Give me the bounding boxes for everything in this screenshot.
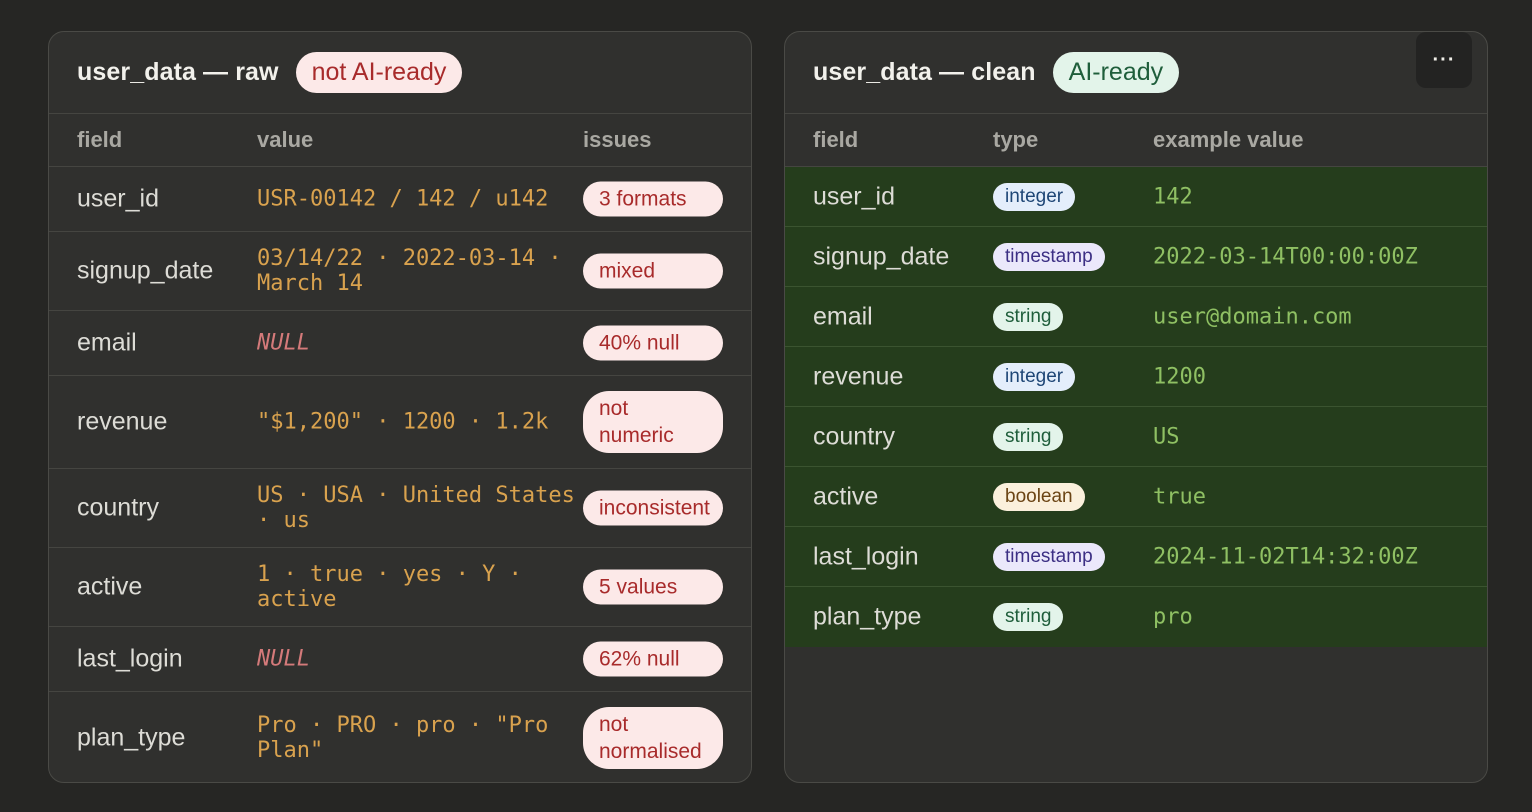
type-badge: integer [993, 362, 1076, 391]
issue-badge: not normalised [583, 707, 723, 769]
field-name: email [77, 328, 137, 357]
table-row: active 1 · true · yes · Y · active 5 val… [49, 548, 751, 627]
issue-badge: 3 formats [583, 181, 723, 217]
type-badge: timestamp [993, 242, 1105, 271]
field-name: user_id [813, 182, 895, 210]
raw-value: "$1,200" · 1200 · 1.2k [257, 409, 549, 435]
type-badge: boolean [993, 482, 1085, 511]
field-name: email [813, 302, 873, 330]
table-row: revenue integer 1200 [785, 347, 1487, 407]
example-value: pro [1153, 604, 1193, 630]
field-name: active [77, 572, 143, 601]
raw-value-null: NULL [257, 330, 310, 356]
field-name: user_id [77, 184, 159, 213]
raw-data-panel: user_data — raw not AI-ready field value… [48, 31, 752, 783]
more-options-button[interactable]: ··· [1416, 32, 1472, 88]
table-row: plan_type Pro · PRO · pro · "Pro Plan" n… [49, 692, 751, 782]
example-value: true [1153, 484, 1206, 509]
clean-data-panel: user_data — clean AI-ready ··· field typ… [784, 31, 1488, 783]
issue-badge: not numeric [583, 391, 723, 453]
field-name: country [813, 422, 895, 450]
table-row: last_login NULL 62% null [49, 627, 751, 692]
type-badge: string [993, 302, 1064, 331]
type-badge: string [993, 603, 1064, 631]
clean-panel-header: user_data — clean AI-ready [785, 32, 1487, 114]
not-ai-ready-badge: not AI-ready [295, 52, 463, 93]
field-name: last_login [77, 644, 183, 673]
field-name: signup_date [77, 256, 214, 285]
field-name: active [813, 482, 879, 510]
raw-value-null: NULL [257, 646, 310, 672]
raw-panel-header: user_data — raw not AI-ready [49, 32, 751, 114]
ai-ready-badge: AI-ready [1052, 52, 1180, 93]
table-row: last_login timestamp 2024-11-02T14:32:00… [785, 527, 1487, 587]
example-value: 2024-11-02T14:32:00Z [1153, 544, 1418, 569]
example-value: 1200 [1153, 364, 1206, 389]
field-name: country [77, 493, 159, 522]
raw-value: Pro · PRO · pro · "Pro Plan" [257, 713, 549, 763]
raw-value: USR-00142 / 142 / u142 [257, 186, 549, 212]
issue-badge: 62% null [583, 641, 723, 677]
example-value: user@domain.com [1153, 304, 1352, 329]
example-value: US [1153, 424, 1180, 449]
column-header-field: field [77, 127, 123, 152]
type-badge: timestamp [993, 542, 1105, 571]
more-horizontal-icon: ··· [1432, 48, 1456, 71]
table-row: email string user@domain.com [785, 287, 1487, 347]
type-badge: string [993, 422, 1064, 451]
table-row: country string US [785, 407, 1487, 467]
table-row: signup_date 03/14/22 · 2022-03-14 · Marc… [49, 232, 751, 311]
clean-panel-title: user_data — clean [813, 58, 1036, 86]
table-row: plan_type string pro [785, 587, 1487, 647]
column-header-issues: issues [583, 127, 652, 152]
issue-badge: mixed [583, 253, 723, 289]
field-name: last_login [813, 542, 919, 570]
table-row: active boolean true [785, 467, 1487, 527]
field-name: plan_type [77, 723, 186, 752]
raw-value: 03/14/22 · 2022-03-14 · March 14 [257, 246, 562, 296]
raw-panel-title: user_data — raw [77, 58, 279, 86]
table-row: revenue "$1,200" · 1200 · 1.2k not numer… [49, 376, 751, 469]
column-header-value: value [257, 127, 314, 152]
raw-value: US · USA · United States · us [257, 483, 575, 533]
field-name: revenue [77, 407, 168, 436]
column-header-field: field [813, 127, 859, 152]
table-row: country US · USA · United States · us in… [49, 469, 751, 548]
example-value: 2022-03-14T00:00:00Z [1153, 244, 1418, 269]
table-row: email NULL 40% null [49, 311, 751, 376]
issue-badge: 5 values [583, 569, 723, 605]
clean-column-headers: field type example value [785, 114, 1487, 167]
type-badge: integer [993, 182, 1076, 211]
table-row: user_id integer 142 [785, 167, 1487, 227]
raw-value: 1 · true · yes · Y · active [257, 562, 522, 612]
issue-badge: inconsistent [583, 490, 723, 526]
table-row: signup_date timestamp 2022-03-14T00:00:0… [785, 227, 1487, 287]
table-row: user_id USR-00142 / 142 / u142 3 formats [49, 167, 751, 232]
issue-badge: 40% null [583, 325, 723, 361]
raw-column-headers: field value issues [49, 114, 751, 167]
field-name: revenue [813, 362, 904, 390]
example-value: 142 [1153, 184, 1193, 209]
field-name: signup_date [813, 242, 950, 270]
column-header-type: type [993, 127, 1039, 152]
column-header-example: example value [1153, 127, 1304, 152]
field-name: plan_type [813, 602, 922, 631]
